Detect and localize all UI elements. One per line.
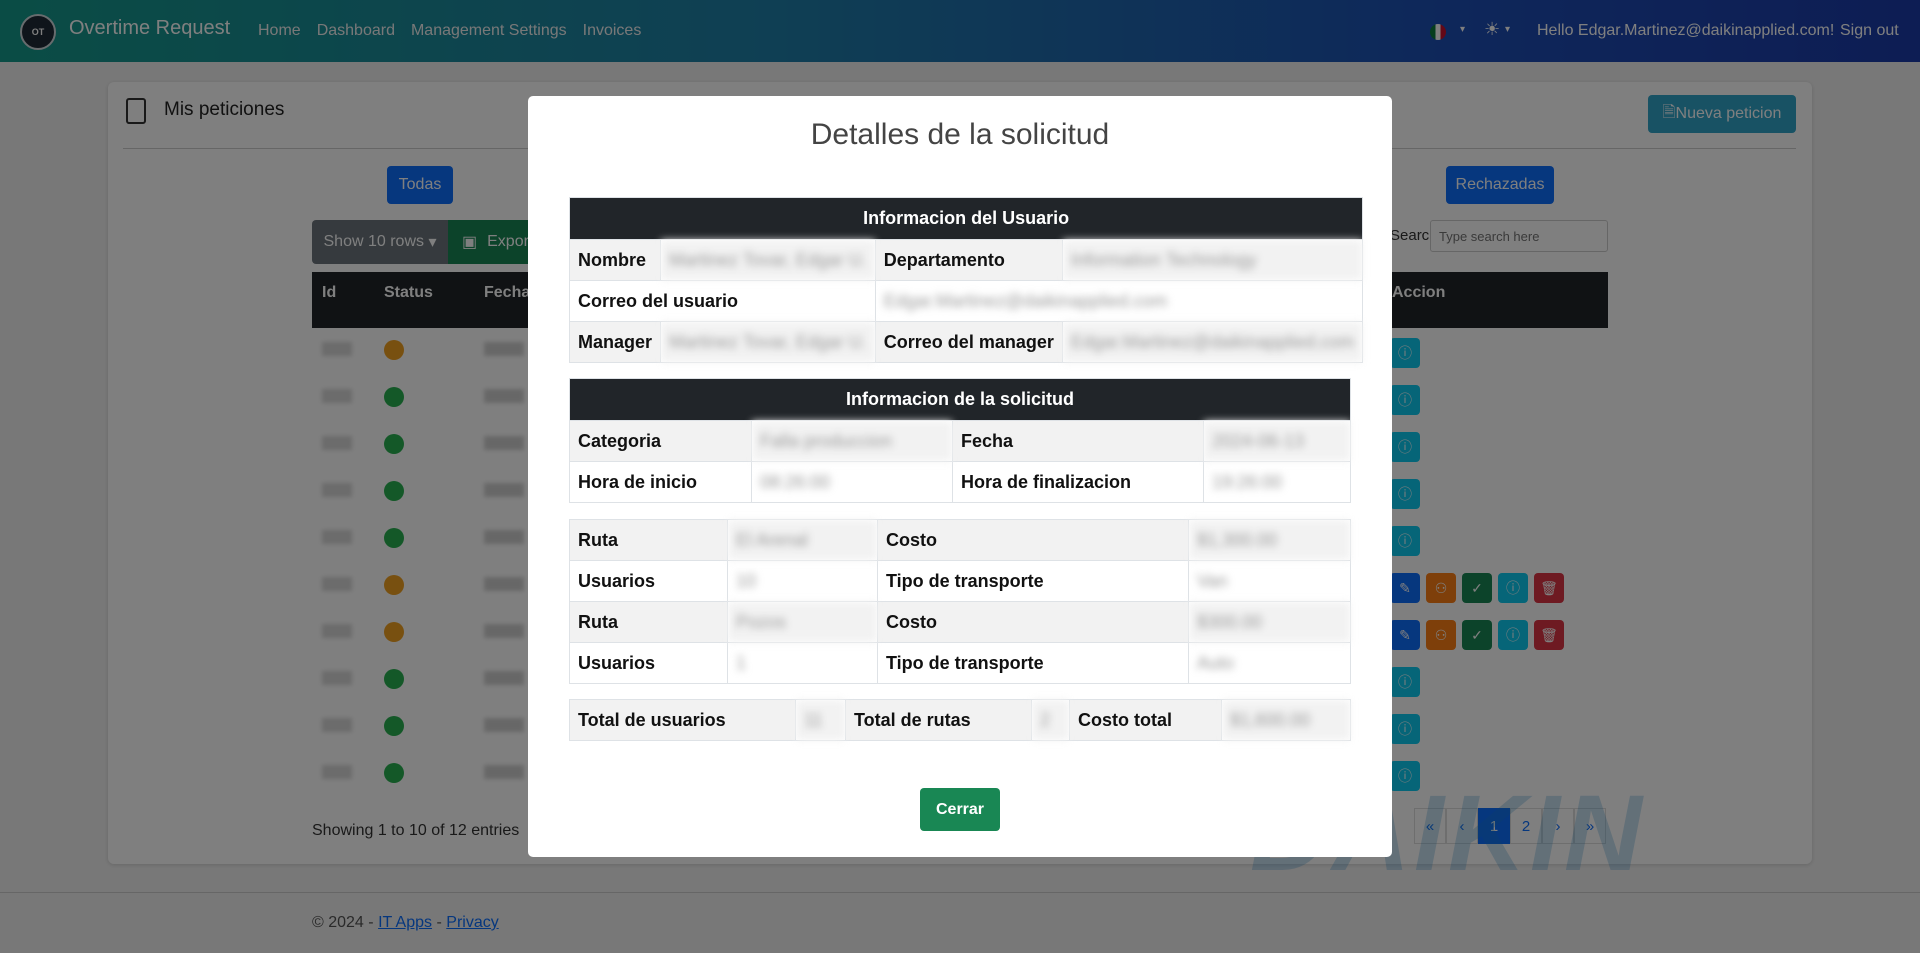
nombre-label: Nombre <box>568 239 662 281</box>
request-info-header: Informacion de la solicitud <box>569 378 1351 421</box>
categoria-label: Categoria <box>569 420 752 462</box>
costo-value: $300.00 <box>1188 601 1351 643</box>
routes-table: Ruta El Arenal Costo $1,300.00 Usuarios … <box>569 519 1351 684</box>
tipo-transporte-value: Van <box>1188 560 1351 602</box>
manager-value: Martinez Tovar, Edgar U. <box>660 321 876 363</box>
total-usuarios-value: 11 <box>795 699 846 741</box>
correo-usuario-label: Correo del usuario <box>569 280 876 322</box>
close-modal-button[interactable]: Cerrar <box>920 788 1000 831</box>
costo-total-value: $1,600.00 <box>1221 699 1351 741</box>
usuarios-label: Usuarios <box>569 642 728 684</box>
costo-label: Costo <box>877 519 1189 561</box>
request-info-table: Informacion de la solicitud Categoria Fa… <box>569 378 1351 503</box>
hora-fin-label: Hora de finalizacion <box>952 461 1204 503</box>
usuarios-value: 1 <box>727 642 878 684</box>
hora-inicio-label: Hora de inicio <box>569 461 752 503</box>
user-info-table: Informacion del Usuario Nombre Martinez … <box>568 197 1364 363</box>
usuarios-label: Usuarios <box>569 560 728 602</box>
totals-table: Total de usuarios 11 Total de rutas 2 Co… <box>569 699 1351 741</box>
usuarios-value: 10 <box>727 560 878 602</box>
categoria-value: Falla produccion <box>751 420 953 462</box>
ruta-label: Ruta <box>569 519 728 561</box>
total-rutas-label: Total de rutas <box>845 699 1032 741</box>
fecha-value: 2024-06-13 <box>1203 420 1351 462</box>
costo-total-label: Costo total <box>1069 699 1222 741</box>
total-usuarios-label: Total de usuarios <box>569 699 796 741</box>
manager-label: Manager <box>568 321 662 363</box>
total-rutas-value: 2 <box>1031 699 1070 741</box>
costo-value: $1,300.00 <box>1188 519 1351 561</box>
fecha-label: Fecha <box>952 420 1204 462</box>
departamento-value: Information Technology <box>1061 239 1364 281</box>
costo-label: Costo <box>877 601 1189 643</box>
tipo-transporte-label: Tipo de transporte <box>877 642 1189 684</box>
ruta-value: Pozos <box>727 601 878 643</box>
nombre-value: Martinez Tovar, Edgar U. <box>660 239 876 281</box>
modal-title: Detalles de la solicitud <box>810 118 1110 151</box>
hora-inicio-value: 08:26:00 <box>751 461 953 503</box>
tipo-transporte-label: Tipo de transporte <box>877 560 1189 602</box>
departamento-label: Departamento <box>874 239 1063 281</box>
ruta-value: El Arenal <box>727 519 878 561</box>
correo-manager-label: Correo del manager <box>874 321 1063 363</box>
tipo-transporte-value: Auto <box>1188 642 1351 684</box>
hora-fin-value: 19:26:00 <box>1203 461 1351 503</box>
correo-manager-value: Edgar.Martinez@daikinapplied.com <box>1061 321 1364 363</box>
user-info-header: Informacion del Usuario <box>568 197 1364 240</box>
correo-usuario-value: Edgar.Martinez@daikinapplied.com <box>874 280 1364 322</box>
ruta-label: Ruta <box>569 601 728 643</box>
